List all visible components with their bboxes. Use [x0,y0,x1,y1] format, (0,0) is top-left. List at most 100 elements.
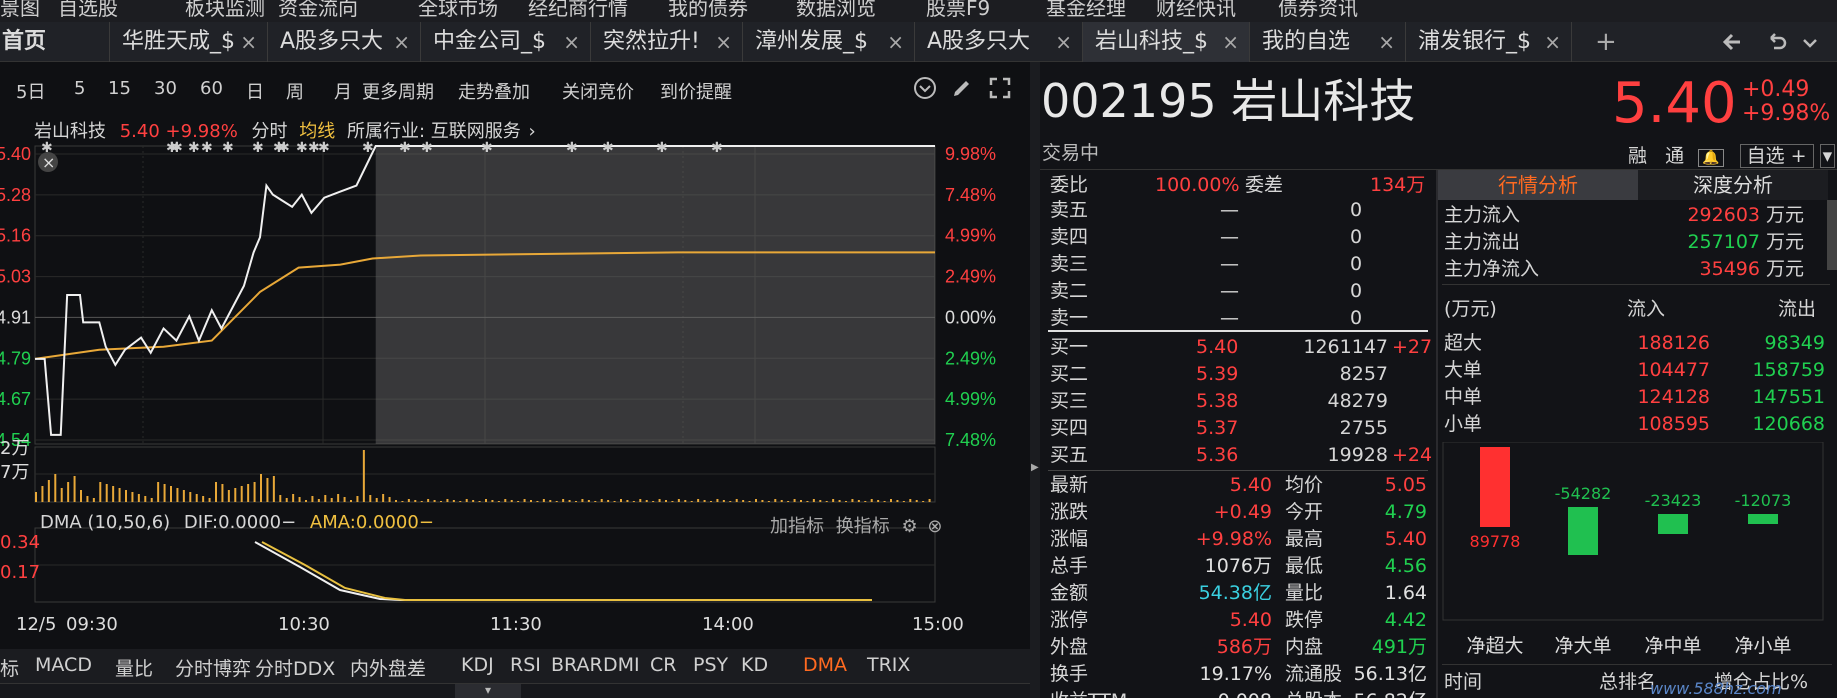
tab-label: 浦发银行_$ [1418,29,1531,54]
limit-marker-icon: ✱ [188,140,200,156]
menu-item-4[interactable]: 全球市场 [418,0,498,21]
tab-8[interactable]: 浦发银行_$ × [1406,22,1572,62]
sell-price: — [1220,226,1239,248]
add-tab-button[interactable]: + [1595,22,1617,62]
margin-button[interactable]: 融 [1628,145,1647,167]
tab-3[interactable]: 突然拉升! × [591,22,743,62]
volume-bar [607,500,610,502]
sell-price: — [1220,280,1239,302]
indicator-tab-4[interactable]: 分时DDX [255,654,335,681]
menu-item-6[interactable]: 我的债券 [668,0,748,21]
tab-close-icon[interactable]: × [887,22,904,62]
back-arrow-icon[interactable] [1720,30,1744,54]
close-icon[interactable]: ⊗ [927,516,942,537]
indicator-tab-2[interactable]: 量比 [115,654,153,681]
volume-bar [260,474,262,502]
tab-close-icon[interactable]: × [715,22,732,62]
y-tick-left: 4.91 [0,307,31,327]
price-change-abs: +0.49 [1742,77,1810,102]
tab-4[interactable]: 漳州发展_$ × [743,22,915,62]
tab-6[interactable]: 岩山科技_$ × [1083,22,1250,62]
volume-bar [305,500,307,502]
menu-item-2[interactable]: 板块监测 [185,0,265,21]
indicator-tab-6[interactable]: KDJ [461,654,494,676]
buy-label: 买二 [1050,363,1089,385]
tab-market-analysis[interactable]: 行情分析 [1438,170,1638,200]
indicator-tab-11[interactable]: PSY [693,654,728,676]
flow-row-out: 98349 [1764,332,1825,354]
weicha-label: 委差 [1245,174,1284,196]
menu-item-8[interactable]: 股票F9 [926,0,990,21]
close-overlay-glyph: × [42,153,55,172]
tab-close-icon[interactable]: × [1378,22,1395,62]
volume-bar [575,501,577,502]
tab-close-icon[interactable]: × [240,22,257,62]
indicator-tab-3[interactable]: 分时博弈 [175,654,251,681]
add-indicator-button[interactable]: 加指标 [770,516,824,537]
menu-item-10[interactable]: 财经快讯 [1156,0,1236,21]
indicator-tab-12[interactable]: KD [741,654,768,676]
add-watchlist-button[interactable]: 自选 + [1739,144,1814,168]
net-bar-value: 89778 [1470,532,1521,551]
volume-bar [851,499,854,502]
indicator-tab-5[interactable]: 内外盘差 [350,654,426,681]
tab-0[interactable]: 华胜天成_$ × [110,22,268,62]
analysis-scrollbar[interactable] [1827,200,1837,270]
tab-close-icon[interactable]: × [1222,22,1239,62]
tab-7[interactable]: 我的自选 × [1250,22,1406,62]
buy-label: 买三 [1050,390,1089,412]
volume-bar [311,496,314,502]
indicator-tab-14[interactable]: TRIX [867,654,910,676]
tab-close-icon[interactable]: × [393,22,410,62]
scroll-handle[interactable]: ▾ [455,684,521,698]
tab-home[interactable]: 首页 [0,22,110,62]
volume-bar [73,476,76,502]
menu-item-9[interactable]: 基金经理 [1046,0,1126,21]
tab-1[interactable]: A股多只大 × [268,22,421,62]
indicator-tab-8[interactable]: BRAR [551,654,603,676]
menu-item-3[interactable]: 资金流向 [278,0,358,21]
gear-icon[interactable]: ⚙ [901,516,917,537]
menu-item-11[interactable]: 债券资讯 [1278,0,1358,21]
volume-bar [266,478,269,502]
tab-close-icon[interactable]: × [1544,22,1561,62]
undo-icon[interactable] [1765,30,1789,54]
indicator-tab-9[interactable]: DMI [603,654,640,676]
indicator-tab-1[interactable]: MACD [35,654,92,676]
switch-indicator-button[interactable]: 换指标 [836,516,890,537]
limit-marker-icon: ✱ [201,140,213,156]
menu-item-5[interactable]: 经纪商行情 [528,0,628,21]
stat-value: 4.79 [1384,501,1427,523]
scrollbar[interactable]: ▾ [0,683,1030,698]
indicator-tab-0[interactable]: 标 [0,654,19,681]
menu-item-1[interactable]: 自选股 [58,0,118,21]
volume-bar [555,501,558,502]
tab-5[interactable]: A股多只大 × [915,22,1083,62]
connect-button[interactable]: 通 [1665,145,1684,167]
panel-splitter[interactable]: ▶ [1030,62,1040,698]
tab-close-icon[interactable]: × [1055,22,1072,62]
dropdown-icon[interactable] [1800,30,1820,54]
volume-bar [337,494,340,502]
stat-value: 1.64 [1384,582,1427,604]
tab-deep-analysis[interactable]: 深度分析 [1638,170,1828,200]
indicator-tab-7[interactable]: RSI [510,654,541,676]
buy-change: +24 [1392,444,1433,466]
indicator-tab-10[interactable]: CR [650,654,676,676]
tab-2[interactable]: 中金公司_$ × [421,22,591,62]
orderbook-divider-2 [1048,470,1428,471]
intraday-chart[interactable]: 5.40 9.98% 5.28 7.48% 5.16 4.99% 5.03 2.49% 4.91… [0,62,1030,698]
bell-icon[interactable]: 🔔 [1698,149,1724,167]
indicator-tab-13[interactable]: DMA [803,654,847,676]
menu-item-0[interactable]: 景图 [0,0,40,21]
net-bar-value: -12073 [1735,491,1792,510]
volume-bar [144,496,147,502]
volume-bar [485,499,487,502]
volume-bar [388,497,391,502]
watchlist-dropdown-icon[interactable]: ▾ [1819,144,1836,168]
menu-item-7[interactable]: 数据浏览 [796,0,876,21]
tab-close-icon[interactable]: × [563,22,580,62]
sell-volume: 0 [1350,199,1363,221]
sell-label: 卖四 [1050,226,1089,248]
buy-volume: 2755 [1339,417,1388,439]
